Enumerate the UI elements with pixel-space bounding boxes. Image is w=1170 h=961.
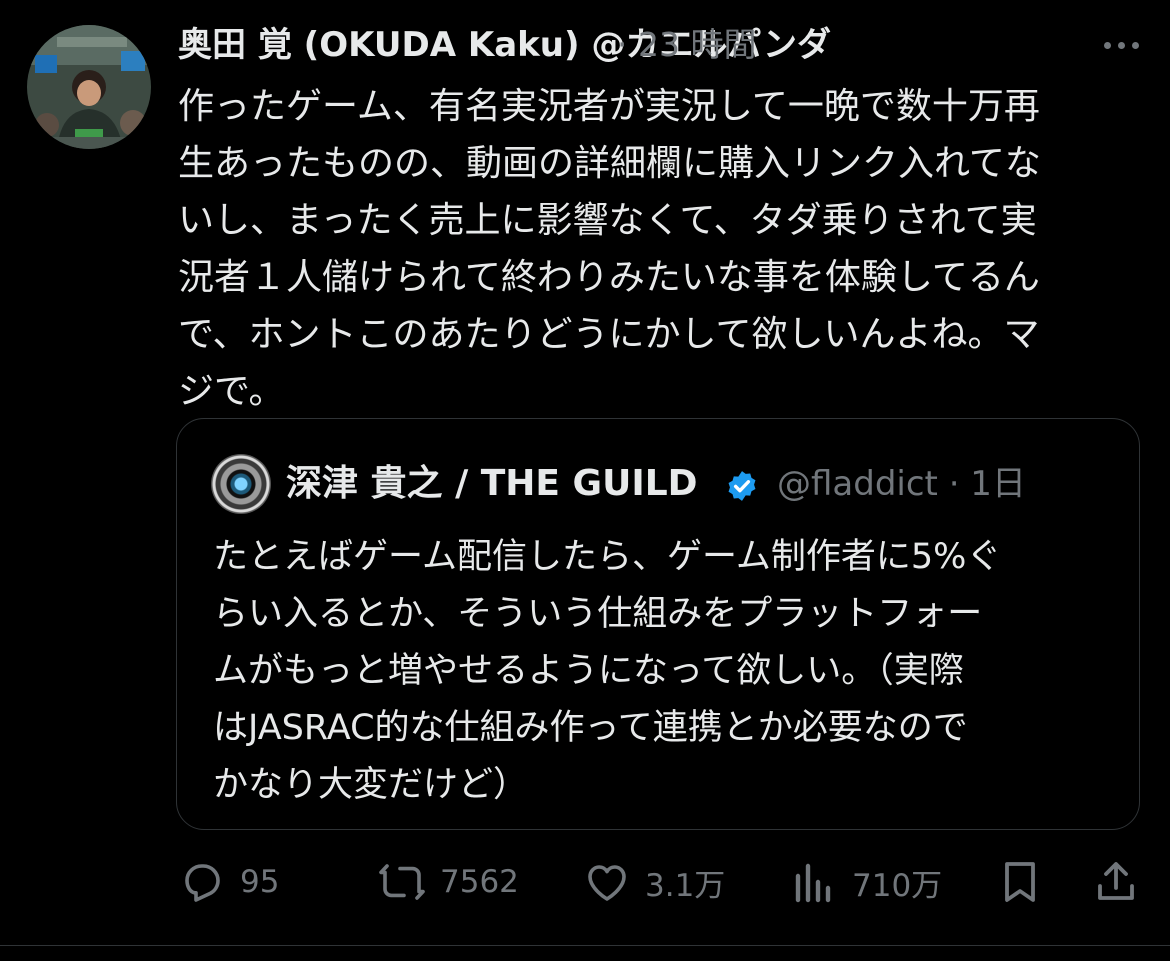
- views-count: 710万: [852, 867, 943, 904]
- like-count: 3.1万: [645, 867, 726, 904]
- share-button[interactable]: [1092, 852, 1140, 912]
- quoted-author-handle: @fladdict · 1日: [777, 464, 1026, 504]
- reply-button[interactable]: 95: [178, 852, 279, 912]
- divider: [0, 945, 1170, 946]
- heart-icon: [588, 865, 626, 901]
- share-icon: [1098, 862, 1134, 900]
- tweet-timestamp[interactable]: · 23 時間: [617, 20, 756, 70]
- like-button[interactable]: 3.1万: [583, 852, 725, 912]
- author-avatar[interactable]: [27, 25, 151, 149]
- more-icon[interactable]: [1098, 20, 1146, 70]
- views-button[interactable]: 710万: [790, 852, 942, 912]
- retweet-count: 7562: [440, 864, 519, 900]
- tweet-header: 奥田 覚 (OKUDA Kaku) @カエルパンダ · 23 時間: [178, 20, 1154, 70]
- reply-icon: [185, 864, 220, 902]
- bookmark-icon: [1005, 862, 1035, 902]
- tweet-text: 作ったゲーム、有名実況者が実況して一晩で数十万再 生あったものの、動画の詳細欄に…: [178, 86, 1041, 412]
- quoted-author-avatar[interactable]: [211, 454, 271, 514]
- action-bar: 95 7562 3.1万 710万: [178, 852, 1142, 912]
- avatar-photo: [27, 25, 151, 149]
- quoted-tweet[interactable]: 深津 貴之 / THE GUILD @fladdict · 1日 たとえばゲーム…: [176, 418, 1140, 830]
- reply-count: 95: [240, 864, 280, 900]
- quoted-author-name: 深津 貴之 / THE GUILD: [286, 463, 698, 504]
- views-icon: [795, 863, 831, 903]
- retweet-icon: [379, 864, 425, 900]
- retweet-button[interactable]: 7562: [378, 852, 519, 912]
- bookmark-button[interactable]: [996, 852, 1044, 912]
- quoted-tweet-text: たとえばゲーム配信したら、ゲーム制作者に5%ぐ らい入るとか、そういう仕組みをプ…: [213, 537, 1002, 805]
- verified-badge-icon: [728, 471, 756, 501]
